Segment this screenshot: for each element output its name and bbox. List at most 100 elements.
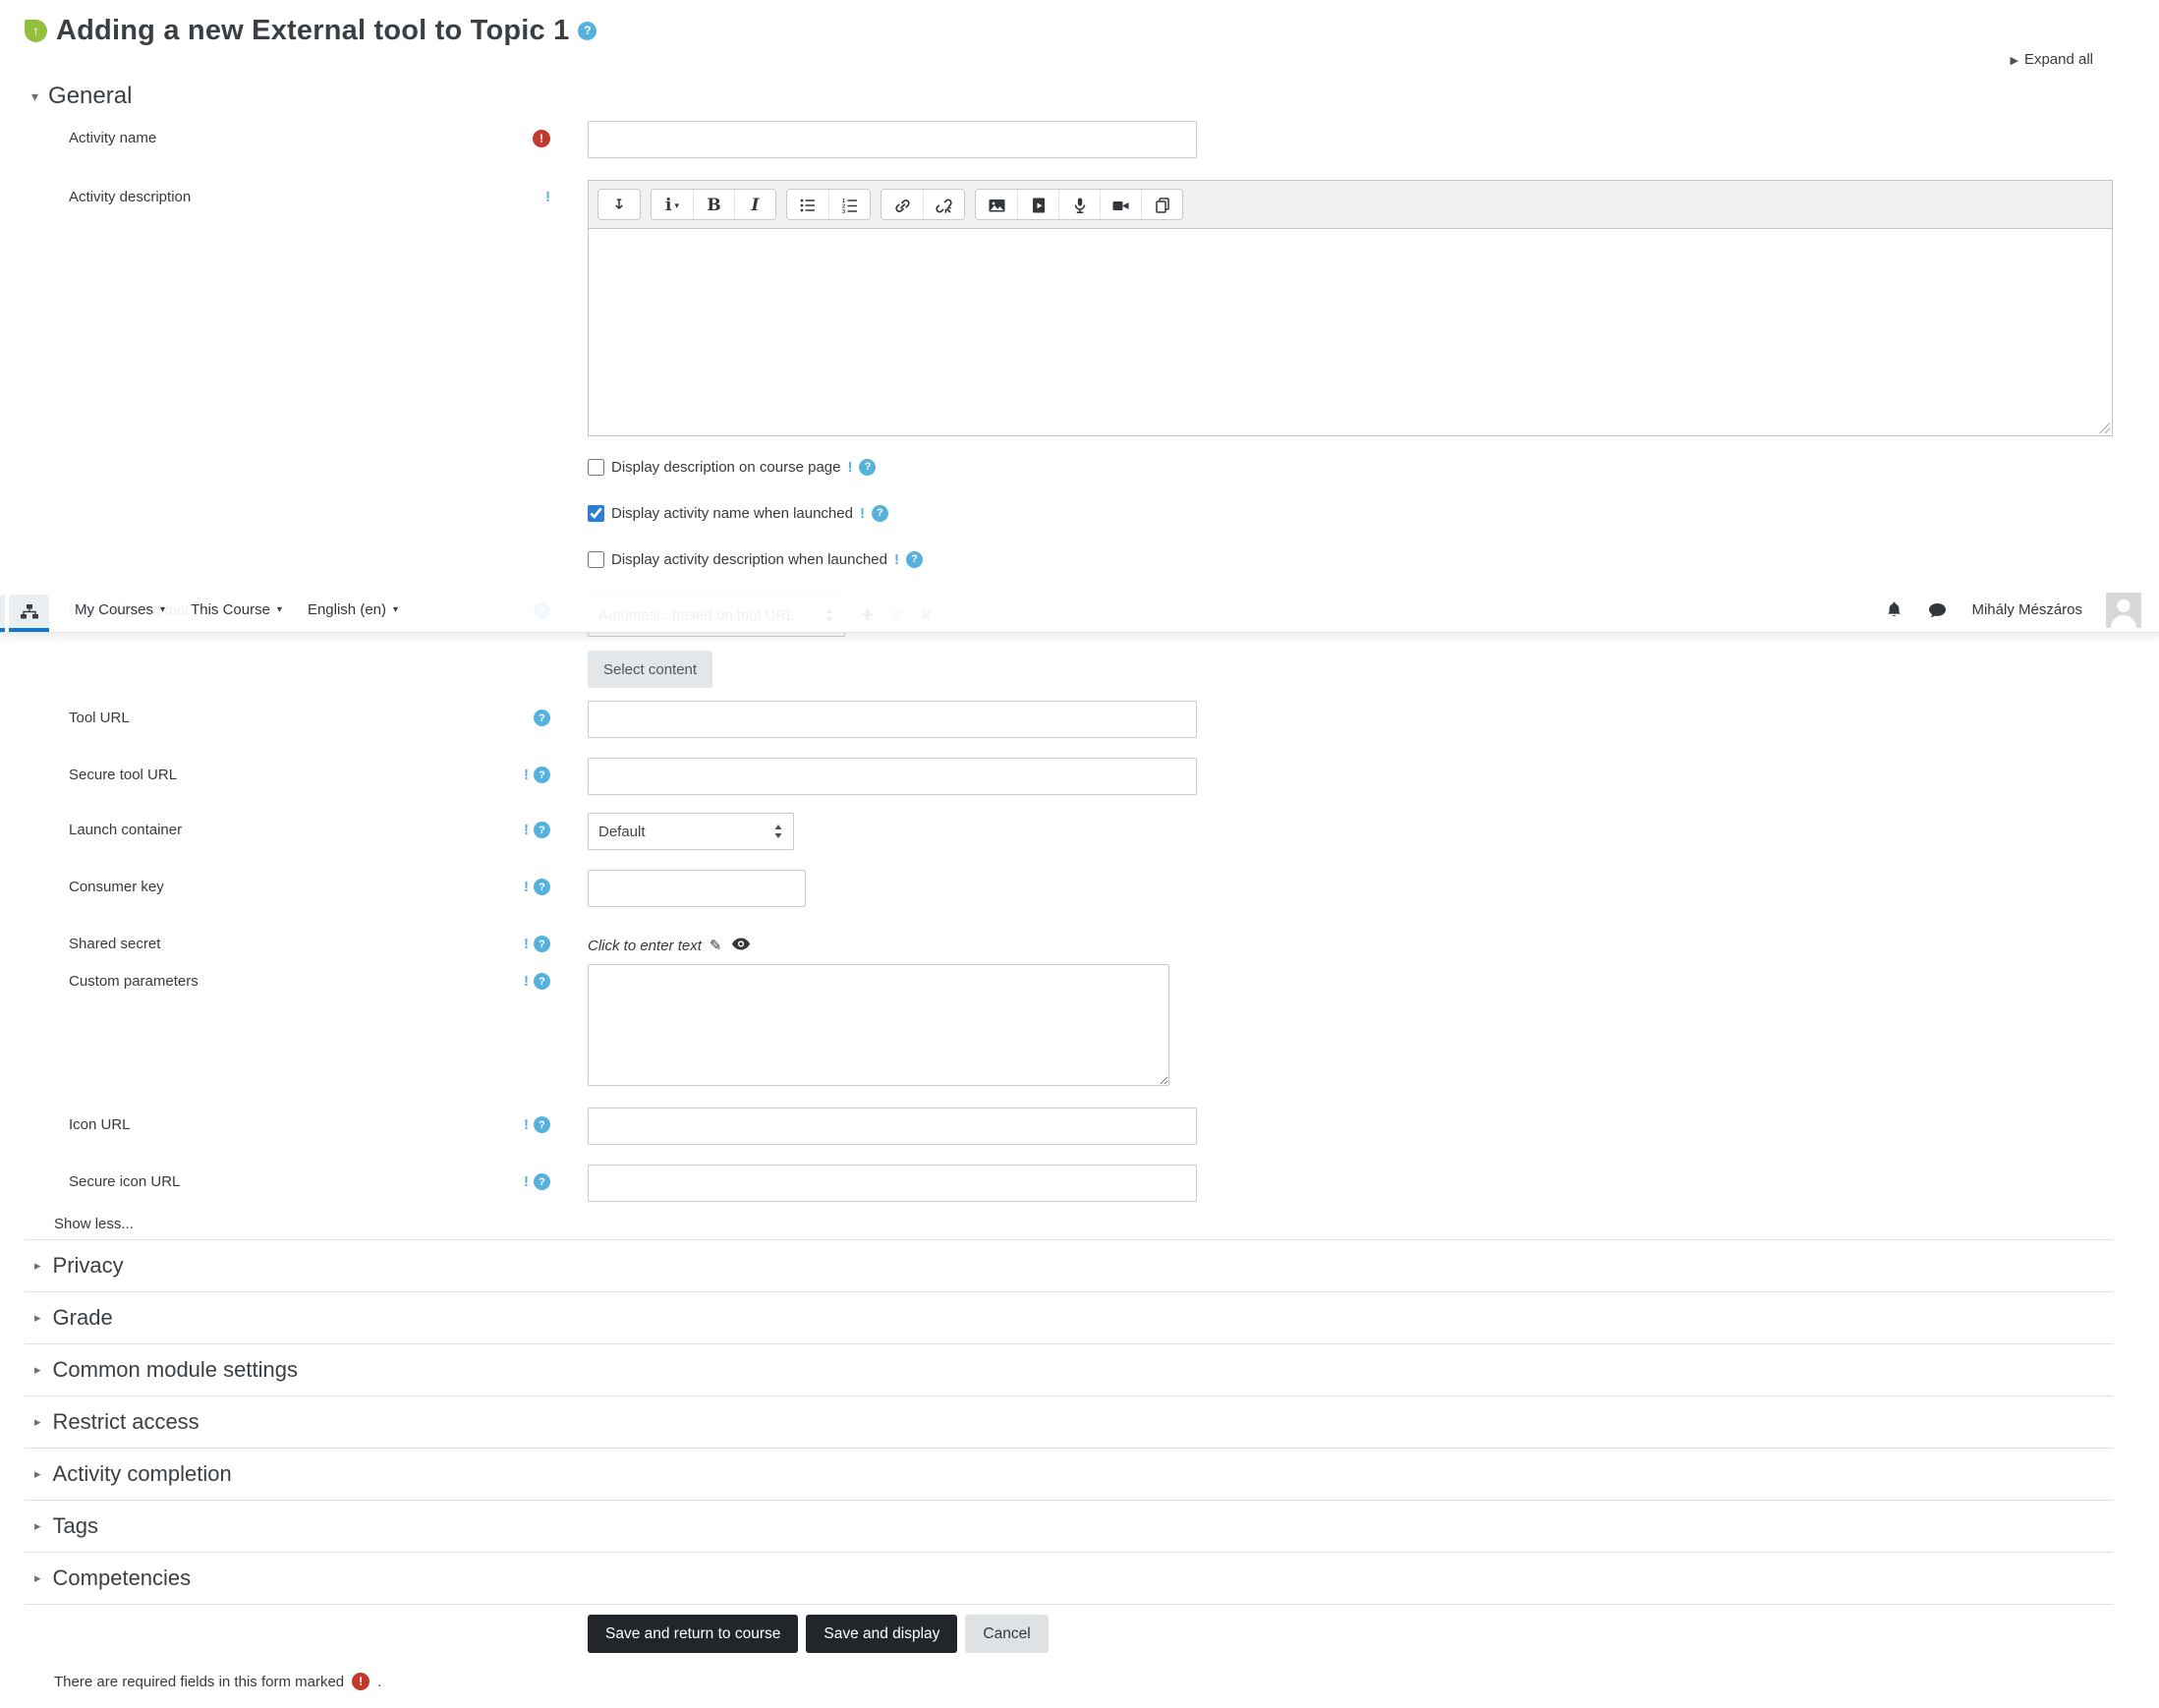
launch-container-select[interactable]: Default [588,813,794,850]
section-title: Tags [52,1513,99,1538]
notifications-button[interactable] [1885,600,1903,619]
custom-parameters-textarea[interactable] [588,964,1169,1086]
help-icon[interactable]: ? [534,973,550,990]
chevron-right-icon: ▸ [34,1362,41,1377]
section-general-toggle[interactable]: ▾ General [31,81,2159,112]
form-actions: Save and return to course Save and displ… [588,1615,2159,1653]
shared-secret-edit-link[interactable]: Click to enter text ✎ [588,927,721,955]
nav-menu-label: English (en) [307,601,386,618]
chevron-right-icon: ▸ [34,1518,41,1533]
consumer-key-row: Consumer key !? [0,870,2159,907]
tool-url-input[interactable] [588,701,1197,738]
activity-name-row: Activity name ! [0,121,2159,158]
resize-handle-icon[interactable] [2097,421,2110,433]
display-description-checkbox[interactable] [588,458,604,476]
consumer-key-input[interactable] [588,870,806,907]
checkbox-label: Display activity description when launch… [611,550,887,568]
section-restrict-access[interactable]: ▸ Restrict access [25,1395,2113,1448]
save-and-display-button[interactable]: Save and display [806,1615,958,1653]
record-video-icon [1112,200,1129,210]
manage-files-button[interactable] [1141,190,1182,219]
insert-media-button[interactable] [1017,190,1058,219]
section-title: Grade [52,1305,113,1330]
advanced-icon: ! [524,1116,529,1133]
help-icon[interactable]: ? [859,458,877,476]
display-activity-name-checkbox-row: Display activity name when launched ! ? [588,502,2113,524]
help-icon[interactable]: ? [534,936,550,952]
bold-button[interactable]: B [693,190,734,219]
show-less-link[interactable]: Show less... [54,1216,134,1235]
icon-url-row: Icon URL !? [0,1108,2159,1145]
display-activity-description-checkbox[interactable] [588,550,604,568]
advanced-icon: ! [524,1173,529,1190]
help-icon[interactable]: ? [905,550,923,568]
secure-icon-url-row: Secure icon URL !? [0,1165,2159,1202]
user-name[interactable]: Mihály Mészáros [1971,601,2082,618]
toggle-secret-visibility-button[interactable] [731,927,751,951]
cancel-button[interactable]: Cancel [965,1615,1049,1653]
nav-tab-sitemap[interactable] [9,595,49,632]
paragraph-style-button[interactable]: i ▾ [652,190,693,219]
page-title: Adding a new External tool to Topic 1 [56,14,570,46]
avatar[interactable] [2106,592,2141,628]
help-icon[interactable]: ? [578,21,597,40]
checkbox-label: Display activity name when launched [611,504,853,522]
ordered-list-button[interactable]: 123 [828,190,870,219]
section-competencies[interactable]: ▸ Competencies [25,1552,2113,1604]
consumer-key-label: Consumer key [69,879,164,895]
messages-button[interactable] [1927,601,1948,619]
secure-tool-url-label: Secure tool URL [69,767,178,783]
section-title: Restrict access [52,1409,199,1434]
collapse-toolbar-button[interactable] [598,190,640,219]
display-activity-name-checkbox[interactable] [588,504,604,522]
insert-image-button[interactable] [976,190,1017,219]
activity-name-input[interactable] [588,121,1197,158]
required-note-suffix: . [377,1673,382,1690]
chevron-right-icon: ▶ [2010,55,2018,67]
help-icon[interactable]: ? [534,879,550,895]
help-icon[interactable]: ? [871,504,888,522]
secure-icon-url-input[interactable] [588,1165,1197,1202]
secure-tool-url-input[interactable] [588,758,1197,795]
advanced-icon: ! [893,550,899,568]
record-audio-button[interactable] [1058,190,1100,219]
advanced-icon: ! [545,189,550,205]
page-header: ↑ Adding a new External tool to Topic 1 … [25,12,2159,49]
help-icon[interactable]: ? [534,822,550,838]
launch-container-selected-value: Default [598,823,646,840]
nav-menu-language[interactable]: English (en) ▾ [308,601,398,618]
help-icon[interactable]: ? [534,767,550,783]
section-tags[interactable]: ▸ Tags [25,1500,2113,1552]
nav-menu-this-course[interactable]: This Course ▾ [191,601,282,618]
unordered-list-button[interactable] [787,190,828,219]
section-activity-completion[interactable]: ▸ Activity completion [25,1448,2113,1500]
section-grade[interactable]: ▸ Grade [25,1291,2113,1343]
section-title: Competencies [52,1566,192,1590]
editor-content-area[interactable] [588,229,2113,436]
help-icon[interactable]: ? [534,1116,550,1133]
select-content-button[interactable]: Select content [588,651,713,688]
section-general-title: General [48,83,133,109]
bell-icon [1888,601,1902,617]
paragraph-style-icon: i [665,196,672,215]
expand-all-link[interactable]: ▶ Expand all [0,51,2093,73]
help-icon[interactable]: ? [534,710,550,726]
section-common-module-settings[interactable]: ▸ Common module settings [25,1343,2113,1395]
unlink-button[interactable] [923,190,964,219]
section-privacy[interactable]: ▸ Privacy [25,1239,2113,1291]
nav-tab-partial[interactable] [0,595,5,632]
chevron-right-icon: ▸ [34,1258,41,1273]
italic-button[interactable]: I [734,190,775,219]
record-video-button[interactable] [1100,190,1141,219]
select-content-row: Select content [0,651,2159,688]
section-title: Privacy [52,1253,124,1278]
sitemap-icon [20,603,38,618]
section-title: Common module settings [52,1357,298,1382]
nav-menu-my-courses[interactable]: My Courses ▾ [75,601,165,618]
icon-url-input[interactable] [588,1108,1197,1145]
nav-menu-label: My Courses [75,601,154,618]
page: ↑ Adding a new External tool to Topic 1 … [0,0,2159,1708]
help-icon[interactable]: ? [534,1173,550,1190]
save-and-return-button[interactable]: Save and return to course [588,1615,799,1653]
link-button[interactable] [881,190,923,219]
